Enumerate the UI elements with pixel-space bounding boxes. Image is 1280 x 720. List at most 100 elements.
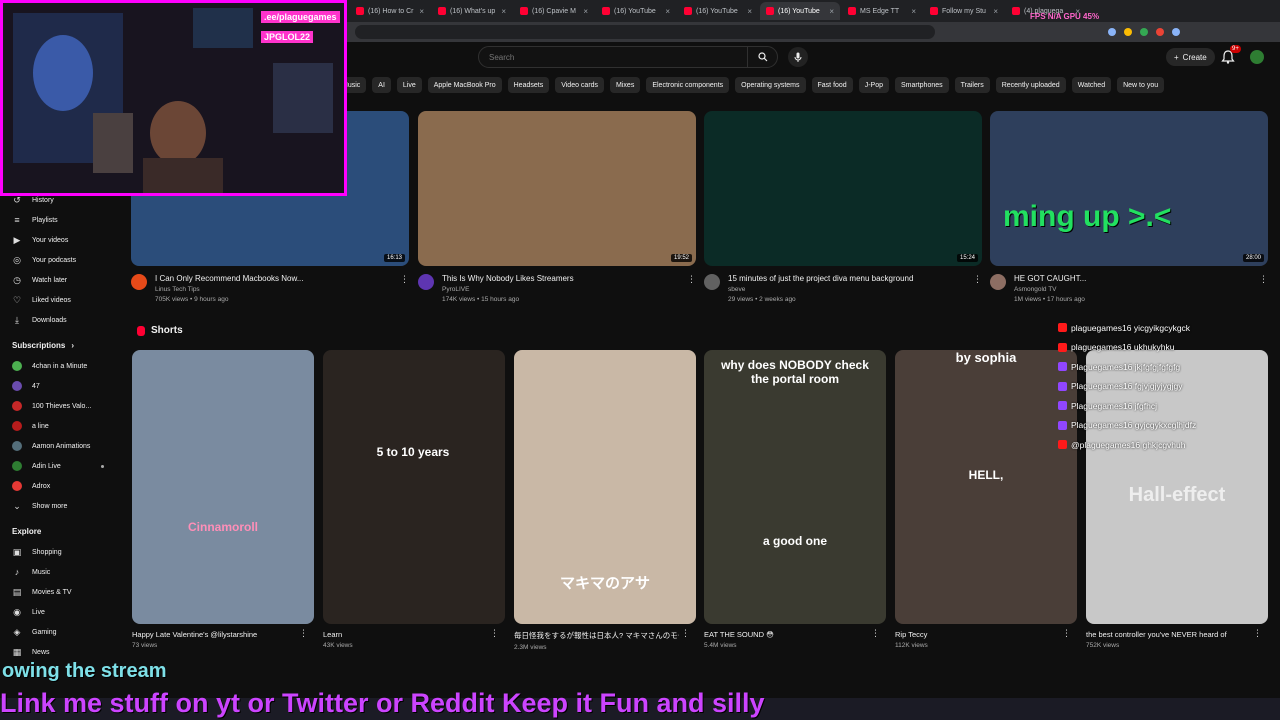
short-title[interactable]: Happy Late Valentine's @lilystarshine (132, 630, 297, 639)
create-button[interactable]: + Create (1166, 48, 1215, 66)
filter-chip[interactable]: Live (396, 77, 422, 93)
explore-item[interactable]: ▣ Shopping (0, 542, 120, 562)
short-title[interactable]: 毎日怪我をするが報性は日本人? マキマさんのモーニングルーティーン #チェンソー… (514, 630, 679, 641)
short-card[interactable]: why does NOBODY check the portal room a g… (704, 350, 886, 649)
explore-item[interactable]: ▦ News (0, 642, 120, 662)
close-icon[interactable]: × (911, 7, 916, 16)
browser-tab[interactable]: (16) YouTube × (678, 2, 758, 20)
sidebar-item[interactable]: ≡ Playlists (0, 210, 120, 230)
subscription-item[interactable]: Adrox (0, 476, 120, 496)
short-thumbnail[interactable]: Cinnamoroll (132, 350, 314, 624)
sidebar-item[interactable]: ◎ Your podcasts (0, 250, 120, 270)
close-icon[interactable]: × (501, 7, 506, 16)
close-icon[interactable]: × (993, 7, 998, 16)
url-field[interactable] (355, 25, 935, 39)
filter-chip[interactable]: Video cards (555, 77, 605, 93)
short-card[interactable]: Cinnamoroll Happy Late Valentine's @lilys… (132, 350, 314, 649)
browser-tab[interactable]: (16) Cpavie M × (514, 2, 594, 20)
subscriptions-heading[interactable]: Subscriptions › (0, 334, 120, 356)
filter-chip[interactable]: Apple MacBook Pro (427, 77, 502, 93)
more-options-icon[interactable]: ⋮ (490, 628, 499, 639)
short-title[interactable]: the best controller you've NEVER heard o… (1086, 630, 1251, 639)
channel-avatar[interactable] (131, 274, 147, 290)
filter-chip[interactable]: Fast food (811, 77, 853, 93)
browser-tab[interactable]: MS Edge TT × (842, 2, 922, 20)
subscription-item[interactable]: 47 (0, 376, 120, 396)
subscription-item[interactable]: 100 Thieves Valo... (0, 396, 120, 416)
video-title[interactable]: HE GOT CAUGHT... (1014, 274, 1254, 283)
subscription-item[interactable]: Adin Live (0, 456, 120, 476)
filter-chip[interactable]: J-Pop (858, 77, 889, 93)
more-options-icon[interactable]: ⋮ (1062, 628, 1071, 639)
browser-tab[interactable]: (16) What's up × (432, 2, 512, 20)
more-options-icon[interactable]: ⋮ (973, 274, 982, 285)
extension-icon[interactable] (1108, 28, 1116, 36)
video-thumbnail[interactable]: 28:00 (990, 111, 1268, 266)
browser-tab[interactable]: (16) YouTube × (596, 2, 676, 20)
sidebar-item[interactable]: ◷ Watch later (0, 270, 120, 290)
browser-tab[interactable]: (16) YouTube × (760, 2, 840, 20)
channel-avatar[interactable] (704, 274, 720, 290)
close-icon[interactable]: × (829, 7, 834, 16)
video-card[interactable]: 19:52 This Is Why Nobody Likes Streamers P… (418, 111, 696, 303)
short-title[interactable]: Rip Teccy (895, 630, 1060, 639)
extension-icon[interactable] (1172, 28, 1180, 36)
video-thumbnail[interactable]: 15:24 (704, 111, 982, 266)
close-icon[interactable]: × (665, 7, 670, 16)
search-button[interactable] (747, 47, 777, 67)
more-options-icon[interactable]: ⋮ (871, 628, 880, 639)
short-thumbnail[interactable]: why does NOBODY check the portal room a g… (704, 350, 886, 624)
search-input[interactable] (479, 52, 747, 62)
channel-avatar[interactable] (418, 274, 434, 290)
channel-avatar[interactable] (990, 274, 1006, 290)
extension-icon[interactable] (1140, 28, 1148, 36)
short-card[interactable]: マキマのアサ毎日怪我をするが報性は日本人? マキマさんのモーニングルーティーン … (514, 350, 696, 651)
more-options-icon[interactable]: ⋮ (400, 274, 409, 285)
short-thumbnail[interactable]: by sophia HELL, (895, 350, 1077, 624)
sidebar-item[interactable]: ⤓ Downloads (0, 310, 120, 330)
account-avatar[interactable] (1250, 50, 1264, 64)
video-thumbnail[interactable]: 19:52 (418, 111, 696, 266)
more-options-icon[interactable]: ⋮ (687, 274, 696, 285)
more-options-icon[interactable]: ⋮ (681, 628, 690, 639)
filter-chip[interactable]: Mixes (610, 77, 641, 93)
video-title[interactable]: 15 minutes of just the project diva menu… (728, 274, 968, 283)
close-icon[interactable]: × (419, 7, 424, 16)
filter-chip[interactable]: AI (372, 77, 391, 93)
extension-icon[interactable] (1124, 28, 1132, 36)
filter-chip[interactable]: Smartphones (895, 77, 949, 93)
sidebar-item[interactable]: ♡ Liked videos (0, 290, 120, 310)
short-card[interactable]: by sophia HELL, Rip Teccy 112K views ⋮ (895, 350, 1077, 649)
video-title[interactable]: This Is Why Nobody Likes Streamers (442, 274, 682, 283)
close-icon[interactable]: × (747, 7, 752, 16)
sidebar-item[interactable]: ▶ Your videos (0, 230, 120, 250)
subscription-item[interactable]: a line (0, 416, 120, 436)
video-card[interactable]: 15:24 15 minutes of just the project diva… (704, 111, 982, 303)
more-options-icon[interactable]: ⋮ (1259, 274, 1268, 285)
explore-item[interactable]: ▤ Movies & TV (0, 582, 120, 602)
short-title[interactable]: EAT THE SOUND 😳 (704, 630, 869, 639)
extension-icon[interactable] (1156, 28, 1164, 36)
video-title[interactable]: I Can Only Recommend Macbooks Now... (155, 274, 395, 283)
short-card[interactable]: 5 to 10 years Learn 43K views ⋮ (323, 350, 505, 649)
subscription-item[interactable]: 4chan in a Minute (0, 356, 120, 376)
explore-item[interactable]: ♪ Music (0, 562, 120, 582)
short-thumbnail[interactable]: マキマのアサ (514, 350, 696, 624)
channel-name[interactable]: sbeve (728, 286, 968, 293)
filter-chip[interactable]: Recently uploaded (995, 77, 1066, 93)
filter-chip[interactable]: Trailers (954, 77, 990, 93)
channel-name[interactable]: Linus Tech Tips (155, 286, 395, 293)
filter-chip[interactable]: Operating systems (735, 77, 806, 93)
short-title[interactable]: Learn (323, 630, 488, 639)
channel-name[interactable]: PyroLIVE (442, 286, 682, 293)
close-icon[interactable]: × (583, 7, 588, 16)
channel-name[interactable]: Asmongold TV (1014, 286, 1254, 293)
filter-chip[interactable]: New to you (1117, 77, 1165, 93)
explore-item[interactable]: ◉ Live (0, 602, 120, 622)
browser-tab[interactable]: Follow my Stu × (924, 2, 1004, 20)
filter-chip[interactable]: Electronic components (646, 77, 730, 93)
voice-search-button[interactable] (788, 47, 808, 67)
more-options-icon[interactable]: ⋮ (1253, 628, 1262, 639)
explore-item[interactable]: ◈ Gaming (0, 622, 120, 642)
more-options-icon[interactable]: ⋮ (299, 628, 308, 639)
